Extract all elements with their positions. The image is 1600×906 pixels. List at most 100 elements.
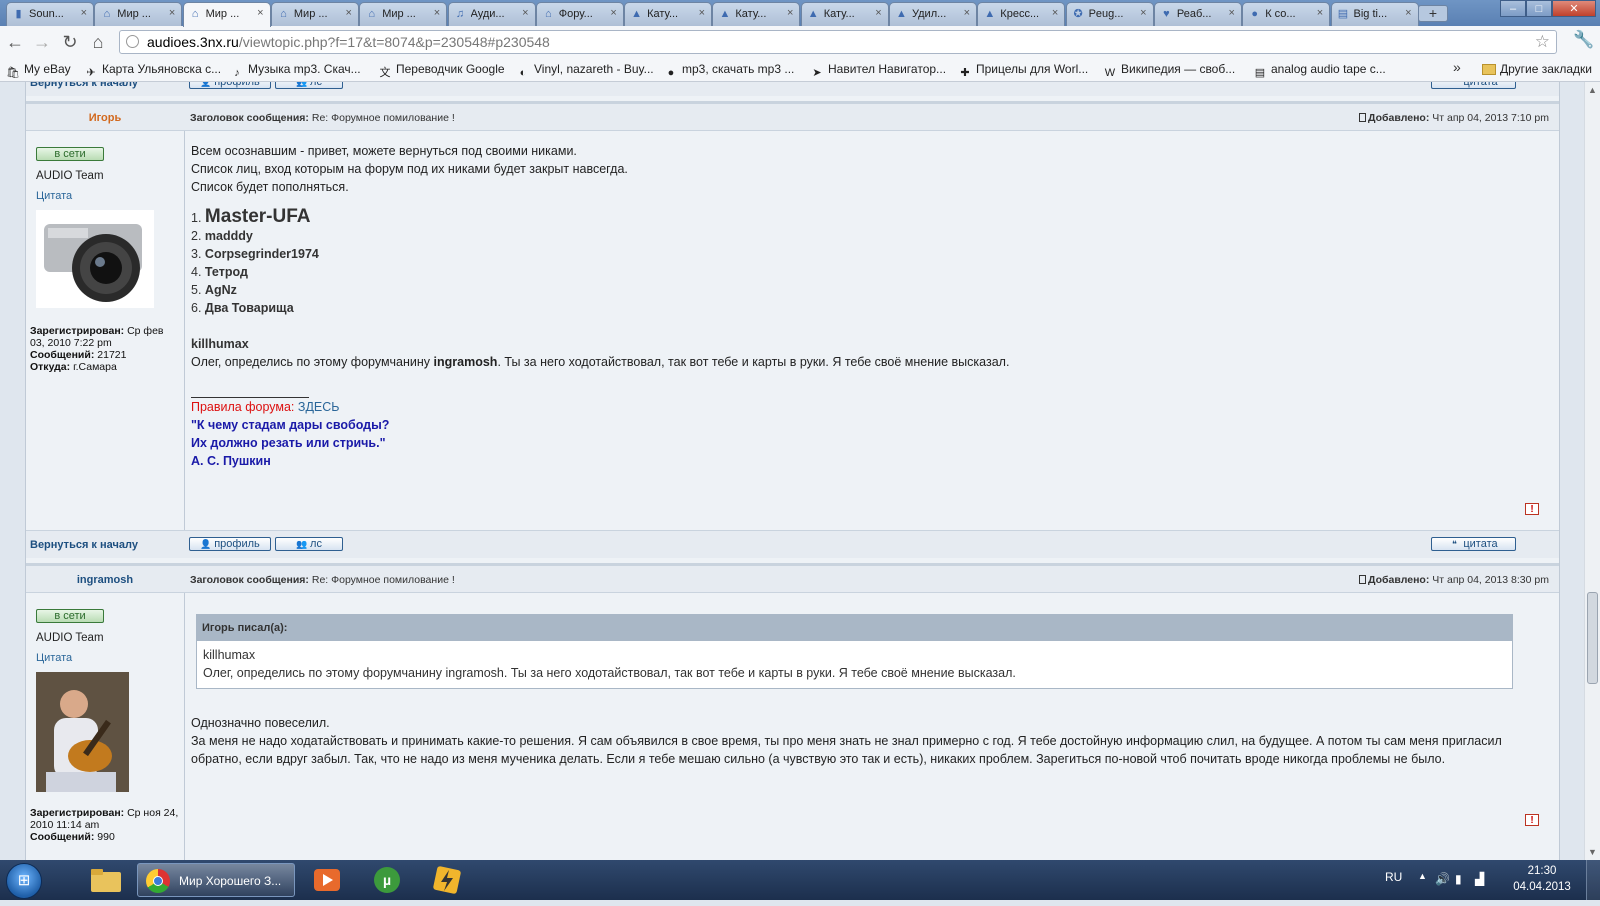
quote-button[interactable]: ❝ цитата: [1431, 537, 1516, 551]
close-tab-icon[interactable]: ×: [875, 7, 881, 19]
post-author[interactable]: ingramosh: [26, 574, 184, 586]
new-tab-button[interactable]: +: [1418, 5, 1448, 22]
close-tab-icon[interactable]: ×: [1052, 7, 1058, 19]
bookmarks-overflow-chevron[interactable]: »: [1453, 59, 1461, 75]
close-tab-icon[interactable]: ×: [169, 7, 175, 19]
close-tab-icon[interactable]: ×: [257, 7, 263, 19]
tab[interactable]: ⌂ Фору... ×: [535, 2, 624, 26]
tray-expand-icon[interactable]: ▲: [1418, 871, 1427, 881]
home-icon[interactable]: ⌂: [87, 31, 109, 53]
tab[interactable]: ● К со... ×: [1242, 2, 1331, 26]
forum-icon: ⌂: [368, 8, 376, 20]
close-tab-icon[interactable]: ×: [522, 7, 528, 19]
report-icon[interactable]: !: [1525, 814, 1539, 826]
tab[interactable]: ▮ Soun... ×: [6, 2, 94, 26]
online-status-button[interactable]: в сети: [36, 609, 104, 623]
pm-button[interactable]: 👥 лс: [275, 537, 343, 551]
network-icon[interactable]: ▟: [1475, 872, 1484, 886]
tab[interactable]: ♫ Ауди... ×: [447, 2, 536, 26]
post-link-icon[interactable]: [1359, 113, 1367, 122]
scrollbar-thumb[interactable]: [1587, 592, 1598, 684]
winamp-taskbar-icon[interactable]: [420, 863, 474, 897]
scope-icon: ✚: [960, 67, 970, 79]
pm-button[interactable]: 👥 лс: [275, 82, 343, 89]
tab[interactable]: ▤ Big ti... ×: [1330, 2, 1419, 26]
tab[interactable]: ⌂ Мир ... ×: [270, 2, 359, 26]
close-tab-icon[interactable]: ×: [81, 7, 87, 19]
vertical-scrollbar[interactable]: ▲ ▼: [1584, 82, 1600, 860]
maximize-button[interactable]: □: [1526, 0, 1552, 17]
reload-icon[interactable]: ↻: [59, 31, 81, 53]
address-bar[interactable]: audioes.3nx.ru/viewtopic.php?f=17&t=8074…: [119, 30, 1557, 54]
quote-link[interactable]: Цитата: [36, 652, 72, 664]
bookmark-item[interactable]: ✚ Прицелы для Worl...: [958, 62, 1088, 80]
tab[interactable]: ▲ Кату... ×: [800, 2, 889, 26]
minimize-button[interactable]: –: [1500, 0, 1526, 17]
bookmark-item[interactable]: W Википедия — своб...: [1103, 62, 1235, 80]
tab[interactable]: ▲ Кресс... ×: [977, 2, 1066, 26]
bookmark-item[interactable]: ▤ analog audio tape c...: [1253, 62, 1386, 80]
close-tab-icon[interactable]: ×: [1140, 7, 1146, 19]
registered-label: Зарегистрирован:: [30, 325, 125, 337]
close-tab-icon[interactable]: ×: [964, 7, 970, 19]
utorrent-taskbar-icon[interactable]: µ: [360, 863, 414, 897]
tab[interactable]: ▲ Удил... ×: [889, 2, 977, 26]
tab[interactable]: ▲ Кату... ×: [624, 2, 713, 26]
bookmark-star-icon[interactable]: ☆: [1535, 32, 1550, 52]
close-tab-icon[interactable]: ×: [434, 7, 440, 19]
bookmark-item[interactable]: ● mp3, скачать mp3 ...: [664, 62, 795, 80]
vinyl-icon: ◐: [519, 67, 527, 79]
forum-topic-table: Вернуться к началу 👤 профиль 👥 лс ❝ цитата …: [25, 82, 1560, 860]
report-icon[interactable]: !: [1525, 503, 1539, 515]
explorer-taskbar-icon[interactable]: [79, 863, 133, 897]
tab[interactable]: ♥ Реаб... ×: [1153, 2, 1242, 26]
close-tab-icon[interactable]: ×: [345, 7, 351, 19]
bookmark-item[interactable]: ◐ Vinyl, nazareth - Buy...: [516, 62, 654, 80]
bookmark-item[interactable]: 🛍 My eBay: [6, 62, 71, 80]
close-tab-icon[interactable]: ×: [787, 7, 793, 19]
show-desktop-button[interactable]: [1586, 860, 1600, 900]
tab[interactable]: ⌂ Мир ... ×: [94, 2, 183, 26]
volume-icon[interactable]: 🔊: [1435, 872, 1450, 886]
media-player-taskbar-icon[interactable]: [300, 863, 354, 897]
back-to-top-link[interactable]: Вернуться к началу: [30, 82, 138, 89]
wrench-menu-icon[interactable]: 🔧: [1573, 30, 1594, 50]
power-icon[interactable]: ▮: [1455, 872, 1462, 886]
close-tab-icon[interactable]: ×: [610, 7, 616, 19]
online-status-button[interactable]: в сети: [36, 147, 104, 161]
close-tab-icon[interactable]: ×: [1317, 7, 1323, 19]
back-arrow-icon[interactable]: ←: [4, 31, 26, 53]
bookmark-item[interactable]: ➤ Навител Навигатор...: [810, 62, 946, 80]
tab[interactable]: ▲ Кату... ×: [712, 2, 801, 26]
chrome-taskbar-button[interactable]: Мир Хорошего З...: [137, 863, 295, 897]
post-author[interactable]: Игорь: [26, 112, 184, 124]
close-tab-icon[interactable]: ×: [1228, 7, 1234, 19]
tab[interactable]: ⌂ Мир ... ×: [359, 2, 448, 26]
tab[interactable]: ⌂ Мир ... ×: [182, 2, 271, 27]
rules-link[interactable]: ЗДЕСЬ: [298, 400, 340, 414]
bookmark-item[interactable]: ♪ Музыка mp3. Скач...: [230, 62, 360, 80]
system-clock[interactable]: 21:30 04.04.2013: [1507, 863, 1577, 895]
profile-button[interactable]: 👤 профиль: [189, 537, 271, 551]
post-link-icon[interactable]: [1359, 575, 1367, 584]
svg-text:µ: µ: [383, 872, 391, 888]
back-to-top-link[interactable]: Вернуться к началу: [30, 539, 138, 551]
start-button[interactable]: ⊞: [6, 863, 42, 899]
tab[interactable]: ✪ Peug... ×: [1065, 2, 1154, 26]
page-info-icon[interactable]: [126, 35, 139, 48]
scroll-up-arrow-icon[interactable]: ▲: [1588, 85, 1597, 95]
quote-button[interactable]: ❝ цитата: [1431, 82, 1516, 89]
bookmark-item[interactable]: 文 Переводчик Google: [378, 62, 505, 80]
user-registered: Зарегистрирован: Ср фев 03, 2010 7:22 pm: [30, 325, 180, 349]
bookmark-item[interactable]: ✈ Карта Ульяновска с...: [84, 62, 221, 80]
close-tab-icon[interactable]: ×: [699, 7, 705, 19]
scroll-down-arrow-icon[interactable]: ▼: [1588, 847, 1597, 857]
close-tab-icon[interactable]: ×: [1405, 7, 1411, 19]
other-bookmarks-folder[interactable]: Другие закладки: [1482, 62, 1592, 76]
profile-button[interactable]: 👤 профиль: [189, 82, 271, 89]
close-window-button[interactable]: ✕: [1552, 0, 1596, 17]
forward-arrow-icon[interactable]: →: [31, 31, 53, 53]
avatar: [36, 210, 154, 308]
quote-link[interactable]: Цитата: [36, 190, 72, 202]
language-indicator[interactable]: RU: [1385, 870, 1402, 884]
